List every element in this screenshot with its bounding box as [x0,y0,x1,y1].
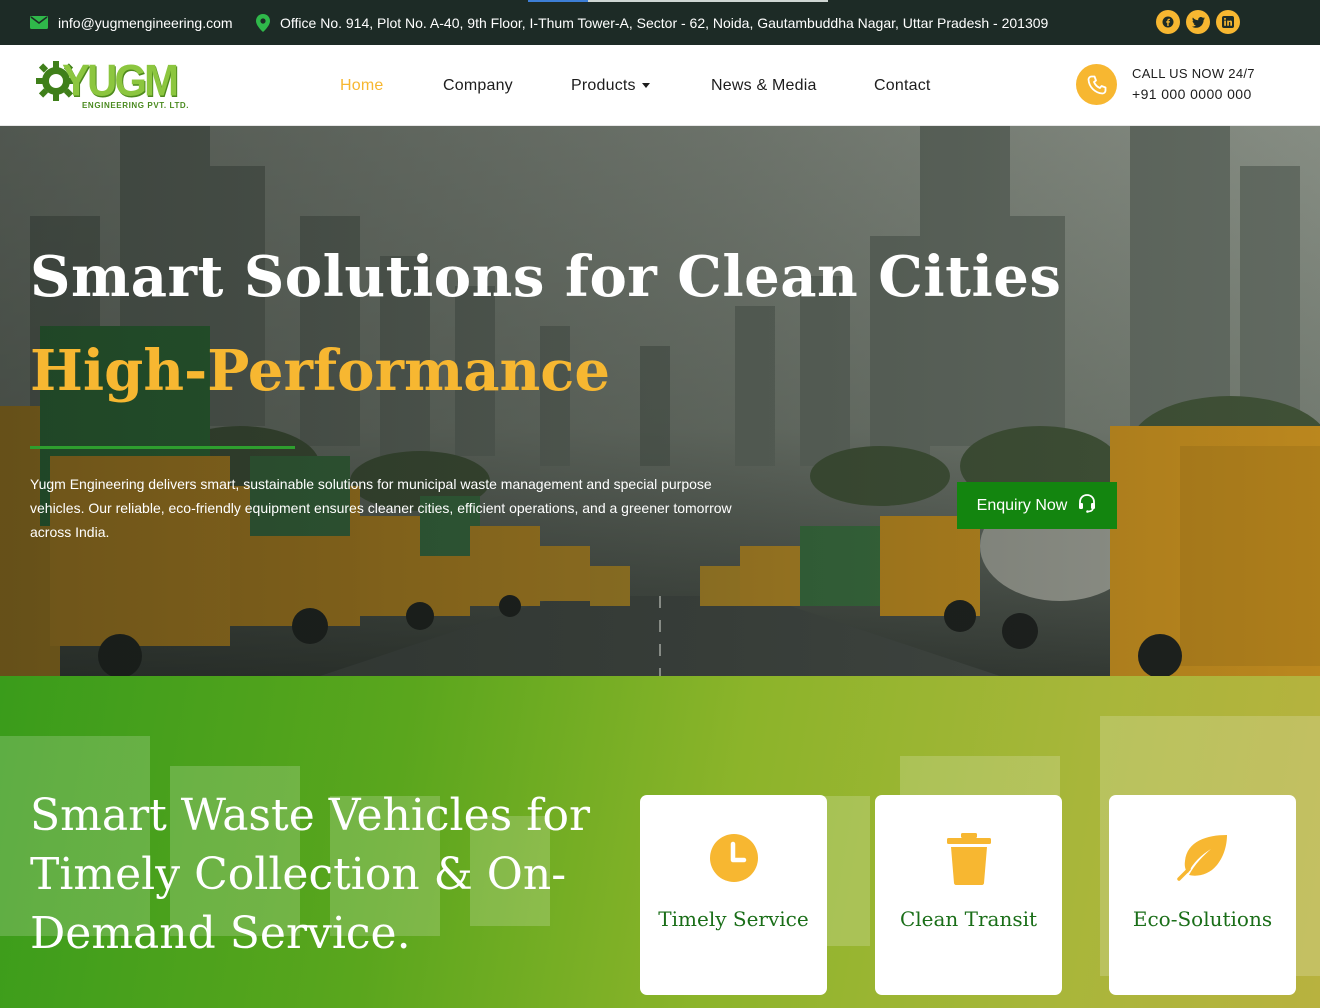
call-us-block[interactable]: CALL US NOW 24/7 +91 000 0000 000 [1076,64,1255,105]
social-links [1156,10,1240,34]
call-number: +91 000 0000 000 [1132,85,1252,102]
nav-products-label: Products [571,76,636,94]
hero-section: Smart Solutions for Clean Cities High-Pe… [0,126,1320,676]
nav-home-label: Home [340,76,384,94]
nav-home[interactable]: Home [340,45,383,126]
map-pin-icon [256,13,270,32]
linkedin-icon[interactable] [1216,10,1240,34]
features-heading: Smart Waste Vehicles for Timely Collecti… [30,790,591,959]
feature-card-clean-transit[interactable]: Clean Transit [875,795,1062,995]
nav-contact-label: Contact [874,76,931,94]
enquiry-now-label: Enquiry Now [976,496,1068,514]
feature-title: Timely Service [658,907,809,931]
site-header: YUGM ENGINEERING PVT. LTD. Home Company … [0,45,1320,126]
features-section: Smart Waste Vehicles for Timely Collecti… [0,676,1320,1008]
logo-tagline: ENGINEERING PVT. LTD. [82,101,190,110]
feature-card-eco-solutions[interactable]: Eco-Solutions [1109,795,1296,995]
hero-subtitle: High-Performance [30,338,610,404]
facebook-icon[interactable] [1156,10,1180,34]
chevron-down-icon [641,83,650,88]
call-label: CALL US NOW 24/7 [1132,65,1255,81]
hero-title: Smart Solutions for Clean Cities [30,244,1062,310]
envelope-icon [30,16,48,29]
twitter-icon[interactable] [1186,10,1210,34]
topbar-address: Office No. 914, Plot No. A-40, 9th Floor… [256,0,1048,45]
clock-icon [640,833,827,885]
nav-products[interactable]: Products [571,45,650,126]
headset-icon [1077,493,1097,518]
enquiry-now-button[interactable]: Enquiry Now [957,482,1117,529]
company-logo[interactable]: YUGM ENGINEERING PVT. LTD. [34,55,194,115]
hero-description: Yugm Engineering delivers smart, sustain… [30,476,732,540]
feature-title: Clean Transit [899,907,1038,931]
topbar-email[interactable]: info@yugmengineering.com [30,0,233,45]
nav-contact[interactable]: Contact [874,45,931,126]
topbar-email-text: info@yugmengineering.com [58,14,233,31]
phone-icon [1076,64,1117,105]
leaf-icon [1109,833,1296,885]
nav-news-media[interactable]: News & Media [711,45,817,126]
nav-news-label: News & Media [711,76,817,94]
nav-company-label: Company [443,76,513,94]
topbar-address-text: Office No. 914, Plot No. A-40, 9th Floor… [280,14,1049,31]
feature-card-timely-service[interactable]: Timely Service [640,795,827,995]
top-bar: info@yugmengineering.com Office No. 914,… [0,0,1320,45]
trash-icon [875,833,1062,885]
logo-wordmark: YUGM [62,55,179,106]
nav-company[interactable]: Company [443,45,513,126]
feature-title: Eco-Solutions [1132,907,1273,931]
hero-divider [30,446,295,449]
